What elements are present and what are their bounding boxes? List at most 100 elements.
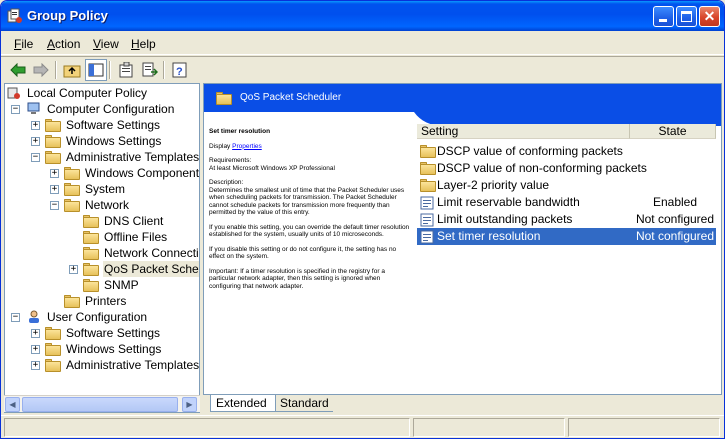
back-button[interactable]: [7, 59, 29, 81]
disabled-text: If you disable this setting or do not co…: [209, 245, 397, 261]
list-item[interactable]: Limit outstanding packets Not configured: [417, 211, 716, 228]
properties-button[interactable]: [115, 59, 137, 81]
tree-node-snmp[interactable]: SNMP: [83, 277, 199, 293]
tree-horizontal-scrollbar[interactable]: ◀ ▶: [4, 395, 200, 412]
folder-icon: [45, 359, 61, 372]
list-item[interactable]: DSCP value of conforming packets: [417, 143, 716, 160]
expand-toggle[interactable]: +: [31, 361, 40, 370]
tree-node-network-connections[interactable]: Network Connectio: [83, 245, 199, 261]
status-cell: [413, 418, 565, 437]
maximize-button[interactable]: [676, 6, 697, 27]
column-header-state[interactable]: State: [630, 124, 716, 139]
scroll-right-button[interactable]: ▶: [182, 397, 197, 412]
scroll-left-button[interactable]: ◀: [5, 397, 20, 412]
tree-node-printers[interactable]: Printers: [64, 293, 198, 309]
toolbar-separator: [109, 61, 111, 79]
display-label: Display: [209, 142, 231, 150]
menu-help[interactable]: Help: [131, 37, 156, 51]
collapse-toggle[interactable]: −: [11, 313, 20, 322]
folder-icon: [420, 145, 436, 158]
menu-view[interactable]: View: [93, 37, 119, 51]
maximize-icon: [681, 11, 692, 22]
forward-button[interactable]: [30, 59, 52, 81]
tree-node-user-windows-settings[interactable]: + Windows Settings: [29, 341, 199, 357]
column-header-setting[interactable]: Setting: [417, 124, 630, 139]
folder-icon: [83, 247, 99, 260]
close-button[interactable]: ✕: [699, 6, 720, 27]
tree-node-computer-configuration[interactable]: − Computer Configuration: [9, 101, 199, 117]
tree-node-qos-packet-scheduler[interactable]: + QoS Packet Schedu: [67, 261, 199, 277]
folder-icon: [83, 215, 99, 228]
tree-node-dns-client[interactable]: DNS Client: [83, 213, 199, 229]
collapse-toggle[interactable]: −: [31, 153, 40, 162]
description-text: Determines the smallest unit of time tha…: [209, 186, 405, 217]
toolbar-separator: [163, 61, 165, 79]
list-item-selected[interactable]: Set timer resolution Not configured: [417, 228, 716, 245]
policy-setting-icon: [420, 196, 434, 210]
menu-action[interactable]: Action: [47, 37, 80, 51]
up-one-level-button[interactable]: [61, 59, 83, 81]
collapse-toggle[interactable]: −: [50, 201, 59, 210]
tree-node-software-settings[interactable]: + Software Settings: [29, 117, 199, 133]
folder-icon: [45, 119, 61, 132]
show-hide-tree-button[interactable]: [85, 59, 107, 81]
title-bar[interactable]: Group Policy ✕: [1, 1, 724, 31]
collapse-toggle[interactable]: −: [11, 105, 20, 114]
expand-toggle[interactable]: +: [69, 265, 78, 274]
status-bar: [1, 415, 724, 438]
window-title: Group Policy: [27, 8, 108, 23]
expand-toggle[interactable]: +: [50, 185, 59, 194]
menu-file[interactable]: File: [14, 37, 33, 51]
scrollbar-thumb[interactable]: [22, 397, 178, 412]
expand-toggle[interactable]: +: [50, 169, 59, 178]
console-tree: Local Computer Policy − Computer Configu…: [4, 83, 200, 413]
expand-toggle[interactable]: +: [31, 121, 40, 130]
expand-toggle[interactable]: +: [31, 345, 40, 354]
tree-node-offline-files[interactable]: Offline Files: [83, 229, 199, 245]
close-icon: ✕: [703, 8, 716, 24]
tab-standard[interactable]: Standard: [275, 395, 333, 412]
chevron-right-icon: ▶: [186, 400, 193, 409]
tree-node-local-computer-policy[interactable]: Local Computer Policy: [7, 85, 197, 101]
tree-node-user-software-settings[interactable]: + Software Settings: [29, 325, 199, 341]
user-icon: [29, 310, 39, 323]
tree-node-system[interactable]: + System: [48, 181, 198, 197]
tree-node-network[interactable]: − Network: [48, 197, 198, 213]
folder-icon: [83, 263, 99, 276]
tab-extended[interactable]: Extended: [210, 395, 276, 412]
folder-icon: [420, 162, 436, 175]
details-pane: QoS Packet Scheduler Set timer resolutio…: [203, 83, 722, 395]
tree-node-windows-components[interactable]: + Windows Components: [48, 165, 199, 181]
help-icon: ?: [172, 62, 187, 78]
expand-toggle[interactable]: +: [31, 137, 40, 146]
requirements-text: At least Microsoft Windows XP Profession…: [209, 164, 335, 172]
toolbar-separator: [55, 61, 57, 79]
menu-bar: File Action View Help: [1, 31, 724, 55]
toolbar: ?: [1, 56, 724, 82]
chevron-left-icon: ◀: [9, 400, 16, 409]
list-item[interactable]: Layer-2 priority value: [417, 177, 716, 194]
help-button[interactable]: ?: [169, 59, 191, 81]
minimize-icon: [659, 19, 667, 22]
tree-node-user-configuration[interactable]: − User Configuration: [9, 309, 199, 325]
properties-icon: [119, 62, 133, 78]
folder-icon: [45, 327, 61, 340]
folder-icon: [83, 231, 99, 244]
expand-toggle[interactable]: +: [31, 329, 40, 338]
computer-icon: [27, 102, 40, 114]
svg-text:?: ?: [176, 66, 183, 78]
export-list-button[interactable]: [139, 59, 161, 81]
details-header-title: QoS Packet Scheduler: [240, 92, 342, 103]
tree-node-windows-settings[interactable]: + Windows Settings: [29, 133, 199, 149]
show-hide-tree-icon: [88, 63, 104, 77]
list-item[interactable]: DSCP value of non-conforming packets: [417, 160, 716, 177]
tree-node-user-administrative-templates[interactable]: + Administrative Templates: [29, 357, 199, 373]
minimize-button[interactable]: [653, 6, 674, 27]
tree-node-administrative-templates[interactable]: − Administrative Templates: [29, 149, 199, 165]
folder-icon: [420, 179, 436, 192]
enabled-text: If you enable this setting, you can over…: [209, 223, 410, 239]
list-item[interactable]: Limit reservable bandwidth Enabled: [417, 194, 716, 211]
description-label: Description:: [209, 179, 244, 186]
group-policy-app-icon: [7, 8, 22, 23]
properties-link[interactable]: Properties: [232, 143, 262, 150]
